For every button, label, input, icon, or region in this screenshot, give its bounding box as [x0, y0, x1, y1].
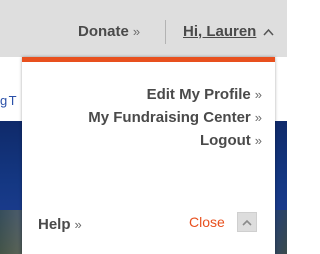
- double-chevron-right-icon: »: [254, 133, 262, 148]
- double-chevron-right-icon: »: [74, 217, 82, 232]
- menu-item-logout: Logout»: [88, 129, 262, 152]
- close-button[interactable]: [237, 212, 257, 232]
- account-menu: Edit My Profile» My Fundraising Center» …: [88, 83, 262, 152]
- account-menu-toggle[interactable]: Hi, Lauren: [183, 23, 274, 40]
- edit-profile-link[interactable]: Edit My Profile»: [147, 86, 262, 103]
- donate-label: Donate: [78, 23, 129, 40]
- help-label: Help: [38, 216, 71, 233]
- background-link-fragment[interactable]: g T: [0, 93, 20, 109]
- edit-profile-label: Edit My Profile: [146, 86, 251, 103]
- donate-link[interactable]: Donate»: [78, 23, 140, 40]
- account-dropdown: Edit My Profile» My Fundraising Center» …: [22, 57, 275, 254]
- double-chevron-right-icon: »: [254, 87, 262, 102]
- double-chevron-right-icon: »: [132, 24, 141, 39]
- greeting-label: Hi, Lauren: [183, 23, 257, 40]
- logout-label: Logout: [199, 132, 251, 149]
- caret-up-icon: [262, 25, 274, 39]
- close-link[interactable]: Close: [189, 214, 225, 230]
- menu-item-edit-profile: Edit My Profile»: [88, 83, 262, 106]
- topbar-divider: [165, 20, 166, 44]
- double-chevron-right-icon: »: [254, 110, 262, 125]
- menu-item-fundraising-center: My Fundraising Center»: [88, 106, 262, 129]
- chevron-up-icon: [242, 213, 252, 231]
- fundraising-center-label: My Fundraising Center: [88, 109, 251, 126]
- help-link[interactable]: Help»: [38, 216, 82, 233]
- fundraising-center-link[interactable]: My Fundraising Center»: [88, 109, 262, 126]
- logout-link[interactable]: Logout»: [200, 132, 262, 149]
